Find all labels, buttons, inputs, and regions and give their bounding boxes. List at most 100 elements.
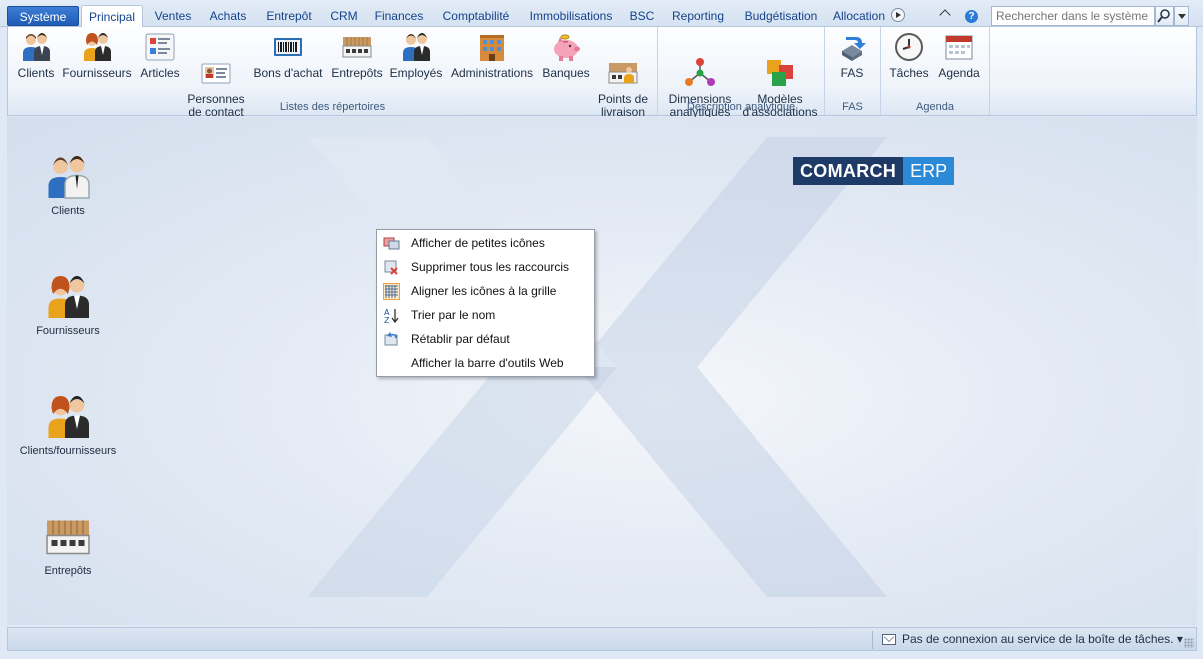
ribbon-button-administrations[interactable]: Administrations <box>448 31 536 80</box>
delete-shortcuts-icon <box>383 259 400 276</box>
calendar-icon <box>943 31 975 63</box>
tab-entrepot[interactable]: Entrepôt <box>261 5 317 27</box>
group-label: Listes des répertoires <box>279 101 386 113</box>
voucher-icon <box>272 31 304 63</box>
ribbon-button-label: Articles <box>140 66 180 80</box>
tab-bsc[interactable]: BSC <box>627 5 657 27</box>
dimensions-icon <box>684 44 716 86</box>
status-separator <box>872 631 873 649</box>
menu-item-label: Trier par le nom <box>411 308 496 322</box>
menu-item-small-icons[interactable]: Afficher de petites icônes <box>378 232 593 254</box>
articles-icon <box>144 31 176 63</box>
warehouse-icon <box>44 513 92 561</box>
menu-item-label: Afficher de petites icônes <box>411 236 545 250</box>
desktop-shortcut-clients-fournisseurs[interactable]: Clients/fournisseurs <box>13 393 123 457</box>
tab-crm[interactable]: CRM <box>327 5 361 27</box>
group-fas: FAS FAS <box>825 27 881 115</box>
ribbon-button-fas[interactable]: FAS <box>831 31 873 80</box>
logo-text-erp: ERP <box>903 157 955 185</box>
search-dropdown-button[interactable] <box>1174 6 1189 26</box>
desktop-shortcut-label: Clients <box>51 205 85 217</box>
menu-item-label: Supprimer tous les raccourcis <box>411 260 570 274</box>
desktop-shortcut-label: Entrepôts <box>44 565 92 577</box>
ribbon-button-label: Tâches <box>889 66 929 80</box>
tab-immobilisations[interactable]: Immobilisations <box>524 5 618 27</box>
desktop-area[interactable]: Clients Fournisseurs Clients/fournisseur… <box>7 117 1197 625</box>
association-models-icon <box>764 44 796 86</box>
tab-allocation[interactable]: Allocation <box>833 5 893 27</box>
menu-item-label: Rétablir par défaut <box>411 332 510 346</box>
desktop-shortcut-clients[interactable]: Clients <box>13 153 123 217</box>
ribbon-button-taches[interactable]: Tâches <box>887 31 931 80</box>
ribbon-button-banques[interactable]: Banques <box>540 31 592 80</box>
ribbon-button-bons-achat[interactable]: Bons d'achat <box>251 31 325 80</box>
ribbon-button-agenda[interactable]: Agenda <box>935 31 983 80</box>
desktop-shortcut-label: Clients/fournisseurs <box>19 445 117 457</box>
sort-az-icon: A Z <box>383 307 400 325</box>
tab-ventes[interactable]: Ventes <box>150 5 196 27</box>
suppliers-icon <box>81 31 113 63</box>
clients-icon <box>44 153 92 201</box>
tab-budgetisation[interactable]: Budgétisation <box>740 5 822 27</box>
tab-systeme[interactable]: Système <box>7 6 79 26</box>
ribbon-button-articles[interactable]: Articles <box>138 31 182 80</box>
search-icon <box>1157 9 1170 23</box>
background-x-watermark <box>307 137 887 597</box>
clock-icon <box>893 31 925 63</box>
task-service-status[interactable]: Pas de connexion au service de la boîte … <box>902 632 1183 646</box>
ribbon-button-label: FAS <box>840 66 864 80</box>
logo-text-comarch: COMARCH <box>793 157 904 185</box>
desktop-shortcut-entrepots[interactable]: Entrepôts <box>13 513 123 577</box>
tabs-scroll-right-icon[interactable] <box>891 8 905 22</box>
clients-icon <box>20 31 52 63</box>
group-label: FAS <box>842 101 863 113</box>
group-label: Description analytique <box>686 101 796 113</box>
delivery-point-icon <box>607 44 639 84</box>
tab-comptabilite[interactable]: Comptabilité <box>438 5 514 27</box>
tab-finances[interactable]: Finances <box>371 5 427 27</box>
menu-item-web-toolbar[interactable]: Afficher la barre d'outils Web <box>378 352 593 374</box>
ribbon-button-label: Entrepôts <box>331 66 383 80</box>
status-bar: Pas de connexion au service de la boîte … <box>7 627 1197 651</box>
ribbon-button-label: Clients <box>17 66 55 80</box>
clients-suppliers-icon <box>44 393 92 441</box>
ribbon-button-fournisseurs[interactable]: Fournisseurs <box>62 31 132 80</box>
search-input[interactable] <box>991 6 1155 26</box>
contact-card-icon <box>200 44 232 84</box>
group-label: Agenda <box>916 101 954 113</box>
menu-item-sort-name[interactable]: A Z Trier par le nom <box>378 304 593 326</box>
ribbon-button-employes[interactable]: Employés <box>389 31 443 80</box>
menu-item-label: Afficher la barre d'outils Web <box>411 356 564 370</box>
ribbon-button-label: Banques <box>542 66 590 80</box>
building-icon <box>476 31 508 63</box>
group-listes-repertoires: Clients Fournisseurs Articles Personnes … <box>8 27 658 119</box>
desktop-context-menu: Afficher de petites icônes Supprimer tou… <box>376 229 595 377</box>
restore-icon <box>383 331 400 348</box>
ribbon-button-entrepots[interactable]: Entrepôts <box>329 31 385 80</box>
ribbon-button-label: Agenda <box>938 66 980 80</box>
menu-item-delete-shortcuts[interactable]: Supprimer tous les raccourcis <box>378 256 593 278</box>
comarch-erp-logo: COMARCH ERP <box>793 157 955 185</box>
group-agenda: Tâches Agenda Agenda <box>881 27 990 115</box>
desktop-shortcut-label: Fournisseurs <box>36 325 100 337</box>
desktop-shortcut-fournisseurs[interactable]: Fournisseurs <box>13 273 123 337</box>
ribbon-button-label: Employés <box>389 66 443 80</box>
tab-principal[interactable]: Principal <box>81 5 143 28</box>
ribbon-button-clients[interactable]: Clients <box>14 31 58 80</box>
menu-item-restore-default[interactable]: Rétablir par défaut <box>378 328 593 350</box>
collapse-ribbon-icon[interactable] <box>939 9 951 21</box>
help-icon[interactable]: ? <box>965 10 978 23</box>
resize-grip-icon[interactable] <box>1184 638 1194 648</box>
svg-text:Z: Z <box>384 316 390 324</box>
menu-item-align-grid[interactable]: Aligner les icônes à la grille <box>378 280 593 302</box>
employees-icon <box>400 31 432 63</box>
ribbon-tab-strip: Système Principal Ventes Achats Entrepôt… <box>0 0 1203 28</box>
tab-reporting[interactable]: Reporting <box>667 5 729 27</box>
mail-icon <box>882 634 896 645</box>
tab-achats[interactable]: Achats <box>205 5 251 27</box>
small-icons-icon <box>383 235 400 252</box>
fas-icon <box>836 31 868 63</box>
menu-item-label: Aligner les icônes à la grille <box>411 284 557 298</box>
ribbon-button-label: Administrations <box>450 66 534 80</box>
search-button[interactable] <box>1155 6 1174 26</box>
